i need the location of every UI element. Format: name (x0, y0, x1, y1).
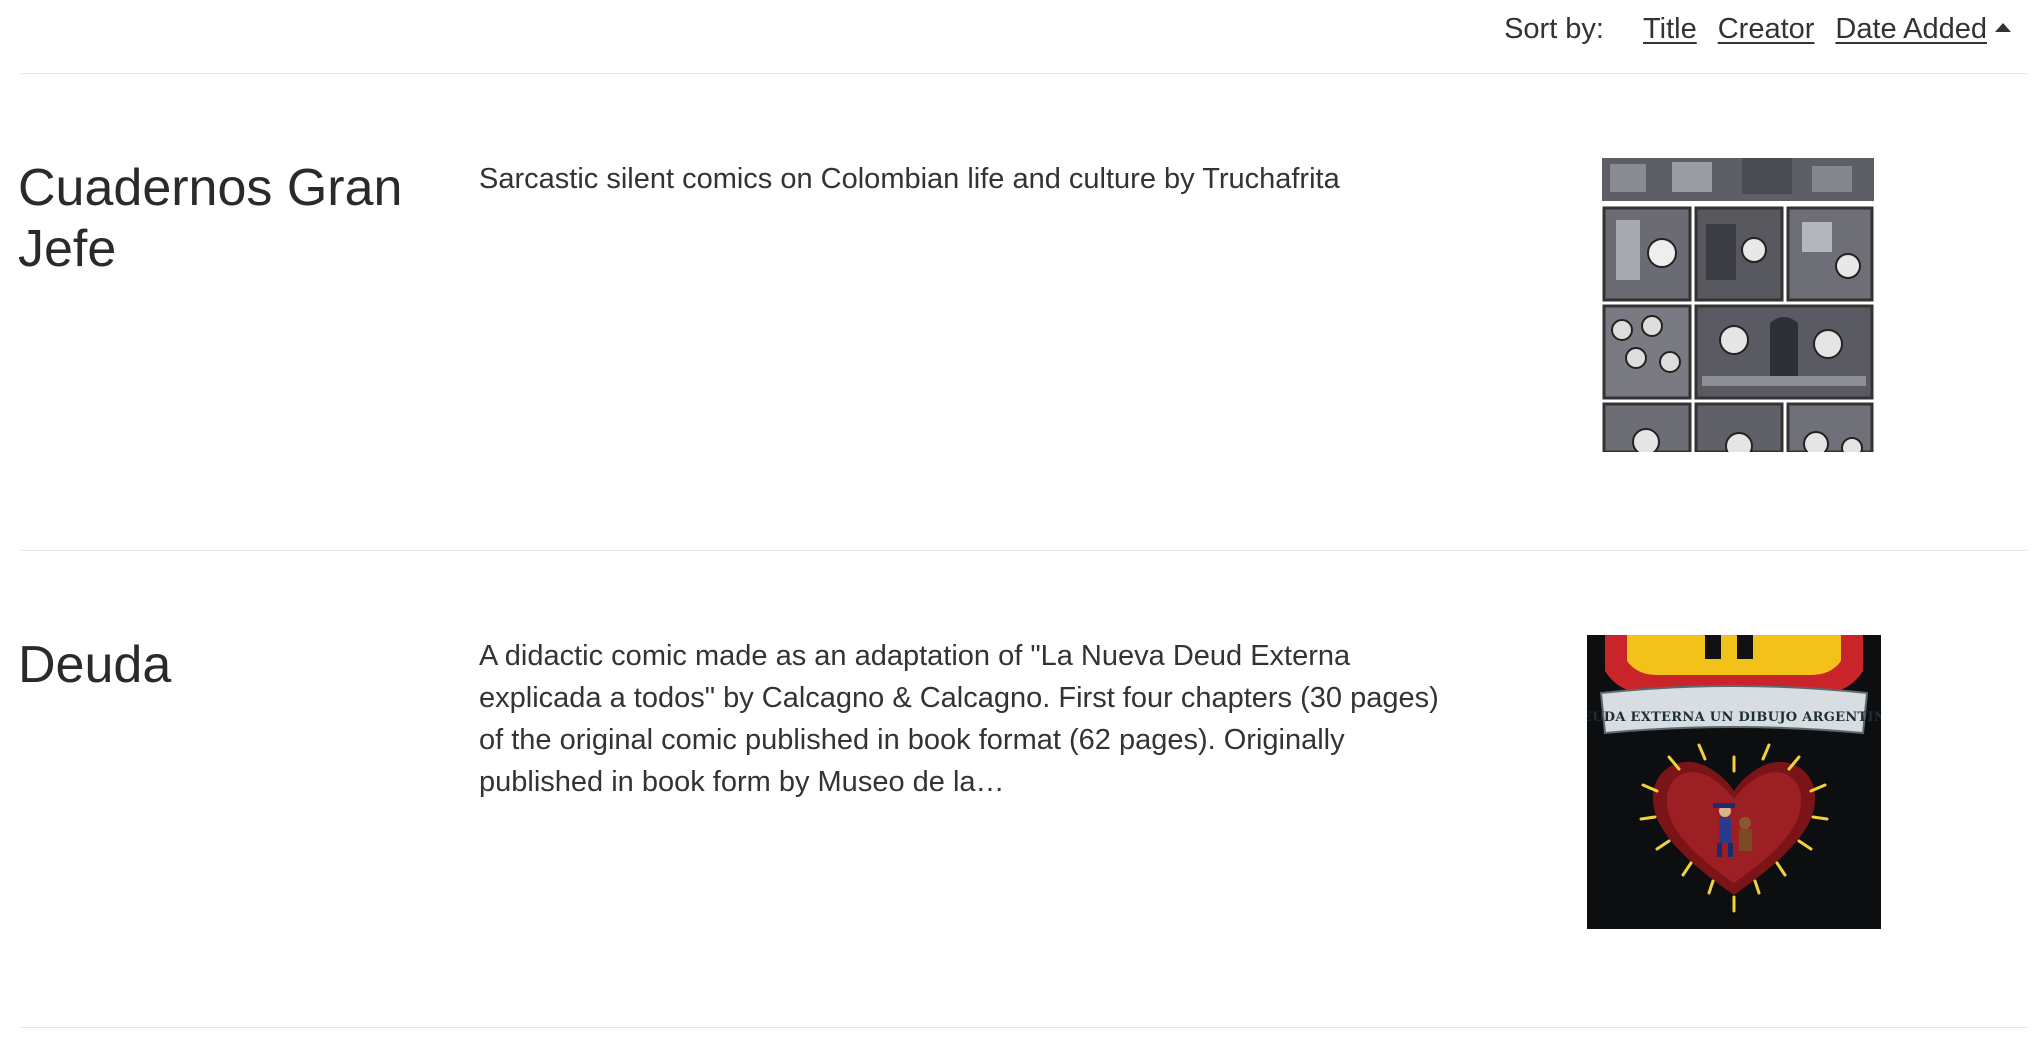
sort-bar: Sort by: Title Creator Date Added (21, 0, 2027, 74)
sort-by-date-added-label: Date Added (1835, 13, 1987, 45)
sort-by-date-added-link[interactable]: Date Added (1835, 13, 2011, 46)
sort-ascending-arrow-icon (1995, 22, 2011, 32)
sort-by-title-link[interactable]: Title (1643, 13, 1697, 46)
sort-label: Sort by: (1504, 13, 1604, 45)
cover-ribbon-text: DEUDA EXTERNA UN DIBUJO ARGENTINO (1587, 710, 1881, 725)
collection-listing-page: Sort by: Title Creator Date Added Cuader… (0, 0, 2042, 1050)
sort-controls: Sort by: Title Creator Date Added (1504, 13, 2011, 46)
item-thumbnail[interactable]: DEUDA EXTERNA UN DIBUJO ARGENTINO (1587, 635, 1881, 929)
list-item: Cuadernos Gran Jefe Sarcastic silent com… (18, 74, 2027, 551)
sort-by-creator-link[interactable]: Creator (1718, 13, 1815, 46)
list-item: Deuda A didactic comic made as an adapta… (18, 551, 2027, 1028)
item-thumbnail[interactable] (1602, 158, 1874, 452)
item-description: Sarcastic silent comics on Colombian lif… (479, 163, 1340, 195)
item-description: A didactic comic made as an adaptation o… (479, 640, 1439, 798)
item-title[interactable]: Cuadernos Gran Jefe (18, 158, 438, 280)
item-title[interactable]: Deuda (18, 635, 438, 696)
